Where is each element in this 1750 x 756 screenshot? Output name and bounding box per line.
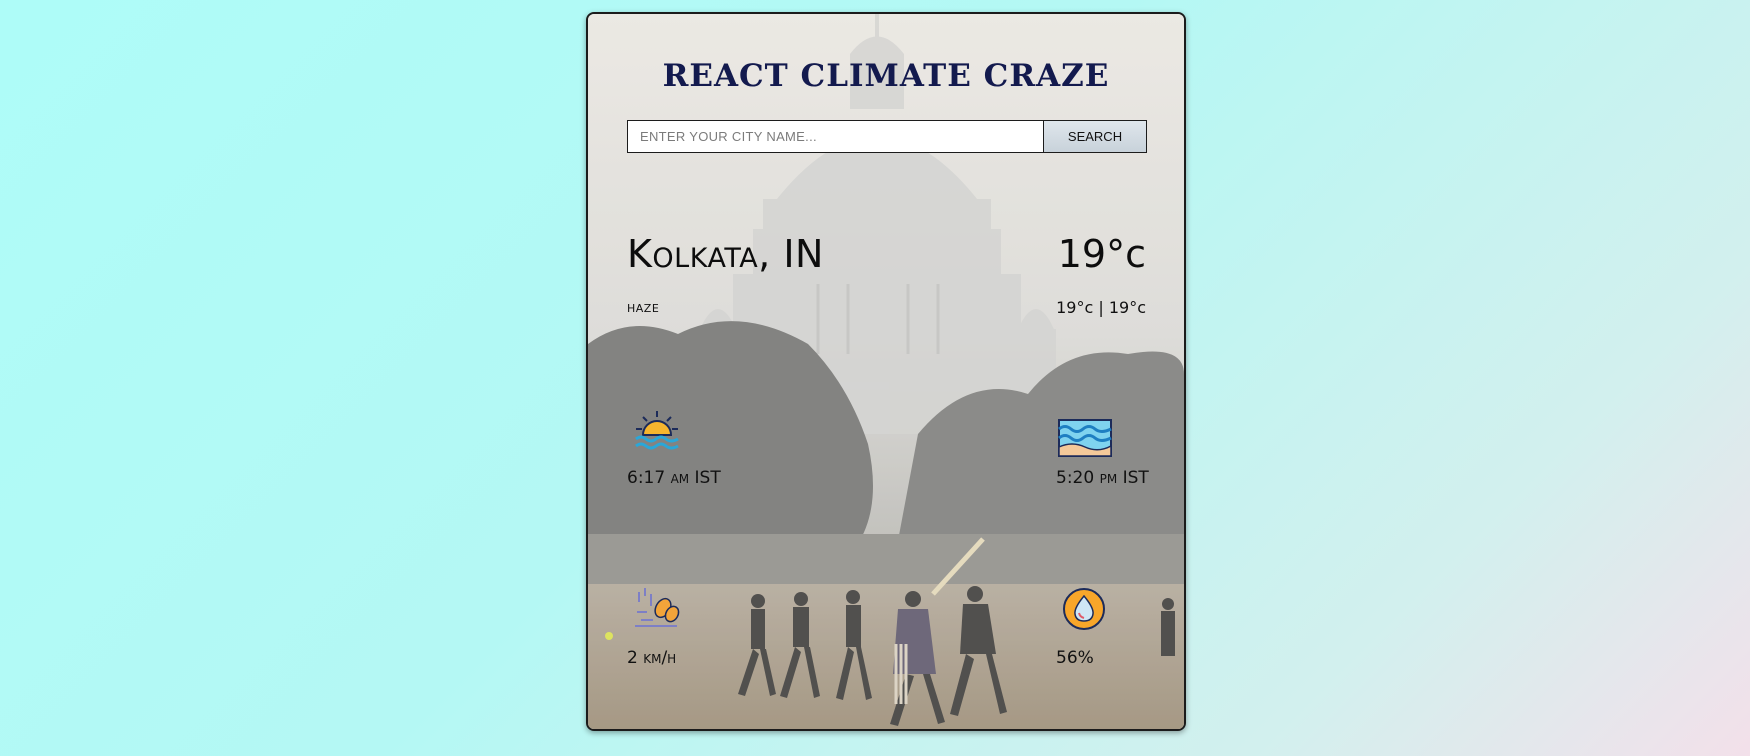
sunset-time: 5:20 pm IST xyxy=(1056,468,1149,488)
current-temperature: 19°c xyxy=(1057,232,1146,276)
city-name: Kolkata, IN xyxy=(627,232,824,276)
sunset-waves-icon xyxy=(1058,419,1112,457)
weather-card: REACT CLIMATE CRAZE SEARCH Kolkata, IN h… xyxy=(586,12,1186,731)
wind-speed: 2 km/h xyxy=(627,648,677,668)
search-button[interactable]: SEARCH xyxy=(1043,121,1146,152)
search-bar: SEARCH xyxy=(627,120,1147,153)
humidity-icon xyxy=(1063,588,1105,630)
weather-condition: haze xyxy=(627,298,660,316)
min-max-temperature: 19°c | 19°c xyxy=(1056,298,1146,317)
humidity-value: 56% xyxy=(1056,648,1094,668)
wind-icon xyxy=(635,588,680,627)
app-title: REACT CLIMATE CRAZE xyxy=(662,58,1110,94)
sunrise-time: 6:17 am IST xyxy=(627,468,721,488)
sunrise-icon xyxy=(635,411,679,450)
city-search-input[interactable] xyxy=(628,121,1043,152)
